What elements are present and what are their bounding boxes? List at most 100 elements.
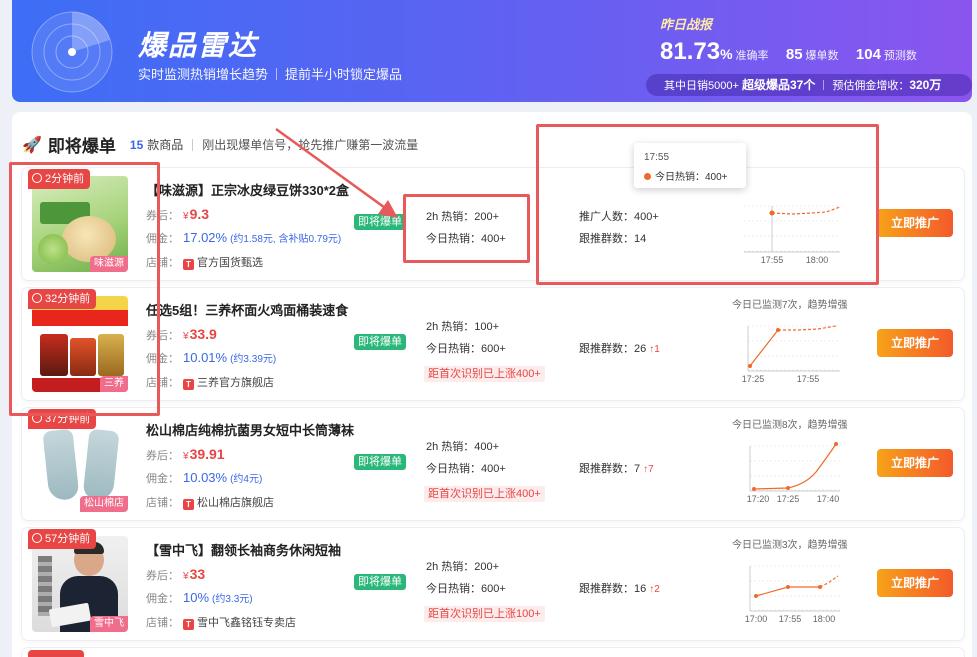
rocket-icon: 🚀 bbox=[22, 136, 42, 154]
trend-chart[interactable]: 今日已监测3次，趋势增强 17:00 17:55 18:00 bbox=[732, 532, 848, 636]
product-title[interactable]: 【味滋源】正宗冰皮绿豆饼330*2盒 bbox=[146, 180, 349, 199]
sales-2h: 2h 热销：100+ bbox=[426, 318, 499, 334]
currency-symbol: ¥ bbox=[183, 331, 189, 342]
sales-today-value: 600+ bbox=[481, 583, 506, 595]
product-card[interactable]: 三养 32分钟前 任选5组！三养杯面火鸡面桶装速食 券后： ¥33.9 佣金： 10… bbox=[22, 288, 964, 400]
clock-icon bbox=[32, 293, 42, 303]
sales-2h: 2h 热销：400+ bbox=[426, 438, 499, 454]
hit-value: 85 bbox=[785, 46, 803, 63]
time-tag: 32分钟前 bbox=[28, 289, 97, 309]
product-image[interactable]: 味滋源 bbox=[32, 176, 128, 272]
trend-chart[interactable]: 17:55 18:00 bbox=[732, 172, 844, 276]
shop-name[interactable]: 官方国货甄选 bbox=[197, 257, 263, 269]
tooltip-value: 400+ bbox=[705, 172, 728, 183]
clock-icon bbox=[32, 533, 42, 543]
coupon-label: 券后： bbox=[146, 570, 179, 582]
sales-today-label: 今日热销： bbox=[426, 583, 481, 595]
coupon-price-row: 券后： ¥33.9 bbox=[146, 326, 217, 343]
x-tick: 17:20 bbox=[747, 494, 770, 504]
sales-today-label: 今日热销： bbox=[426, 233, 481, 245]
groups-up: ↑1 bbox=[649, 344, 660, 355]
banner-subtitle-1: 实时监测热销增长趋势 bbox=[138, 67, 269, 82]
section-count-label: 款商品 bbox=[147, 138, 184, 152]
groups-value: 7 bbox=[634, 463, 641, 475]
sales-2h: 2h 热销：200+ bbox=[426, 208, 499, 224]
sales-today-value: 600+ bbox=[481, 343, 506, 355]
commission-rate: 17.02% bbox=[183, 230, 228, 245]
banner-subtitle-2: 提前半小时锁定爆品 bbox=[285, 67, 403, 82]
promote-button[interactable]: 立即推广 bbox=[877, 209, 953, 237]
product-title[interactable]: 【雪中飞】翻领长袖商务休闲短袖 bbox=[146, 540, 341, 559]
sales-today: 今日热销：600+ bbox=[426, 580, 506, 596]
bar-highlight: 超级爆品37个 bbox=[741, 78, 816, 92]
product-image[interactable]: 雪中飞 bbox=[32, 536, 128, 632]
x-tick: 18:00 bbox=[806, 255, 829, 265]
trend-chart[interactable]: 今日已监测7次，趋势增强 17:25 17:55 bbox=[732, 292, 848, 396]
predict-label: 预测数 bbox=[883, 50, 917, 62]
commission-label: 佣金： bbox=[146, 233, 179, 245]
promote-button[interactable]: 立即推广 bbox=[877, 449, 953, 477]
commission-detail: (约3.39元) bbox=[230, 354, 277, 365]
trend-point bbox=[818, 585, 822, 589]
hot-badge: 即将爆单 bbox=[354, 334, 406, 350]
stats-summary-bar: 其中日销5000+ 超级爆品37个 预估佣金增收：320万 bbox=[646, 74, 972, 96]
series-dot-icon bbox=[644, 173, 651, 180]
time-tag-text: 37分钟前 bbox=[45, 413, 91, 425]
product-title[interactable]: 松山棉店纯棉抗菌男女短中长筒薄袜 bbox=[146, 420, 354, 439]
clock-icon bbox=[32, 173, 42, 183]
price-value: 33 bbox=[189, 566, 206, 582]
coupon-price: ¥33.9 bbox=[183, 326, 217, 342]
hit-label: 爆单数 bbox=[805, 50, 839, 62]
product-list-panel: 🚀 即将爆单 15 款商品 刚出现爆单信号，抢先推广赚第一波流量 味滋源 2分钟… bbox=[12, 112, 972, 657]
shop-name[interactable]: 雪中飞鑫铭钰专卖店 bbox=[197, 617, 296, 629]
sales-today-value: 400+ bbox=[481, 233, 506, 245]
trend-chart-svg: 17:25 17:55 bbox=[742, 325, 840, 384]
promote-button[interactable]: 立即推广 bbox=[877, 569, 953, 597]
brand-tag: 味滋源 bbox=[90, 256, 128, 272]
trend-point bbox=[834, 442, 838, 446]
sales-today-label: 今日热销： bbox=[426, 463, 481, 475]
shop-name[interactable]: 松山棉店旗舰店 bbox=[197, 497, 274, 509]
product-card[interactable]: 松山棉店 37分钟前 松山棉店纯棉抗菌男女短中长筒薄袜 券后： ¥39.91 佣金… bbox=[22, 408, 964, 520]
product-card-partial[interactable] bbox=[22, 648, 964, 657]
coupon-label: 券后： bbox=[146, 330, 179, 342]
commission-label: 佣金： bbox=[146, 353, 179, 365]
rise-note: 距首次识别已上涨400+ bbox=[424, 486, 545, 502]
commission-rate: 10.03% bbox=[183, 470, 228, 485]
product-title[interactable]: 任选5组！三养杯面火鸡面桶装速食 bbox=[146, 300, 348, 319]
promoters-label: 推广人数： bbox=[579, 211, 634, 223]
shop-row: 店铺： T 官方国货甄选 bbox=[146, 254, 263, 270]
predict-value: 104 bbox=[855, 46, 881, 63]
groups: 跟推群数：14 bbox=[579, 230, 646, 246]
shop-row: 店铺： T 雪中飞鑫铭钰专卖店 bbox=[146, 614, 296, 630]
trend-chart[interactable]: 今日已监测8次，趋势增强 17:20 17:25 17:40 bbox=[732, 412, 848, 516]
sales-2h: 2h 热销：200+ bbox=[426, 558, 499, 574]
promote-button[interactable]: 立即推广 bbox=[877, 329, 953, 357]
section-header: 🚀 即将爆单 15 款商品 刚出现爆单信号，抢先推广赚第一波流量 bbox=[22, 132, 418, 157]
bar-prefix: 其中日销5000+ bbox=[664, 80, 739, 92]
product-card[interactable]: 味滋源 2分钟前 【味滋源】正宗冰皮绿豆饼330*2盒 券后： ¥9.3 佣金： 1… bbox=[22, 168, 964, 280]
shop-icon: T bbox=[183, 499, 194, 510]
trend-chart-svg: 17:00 17:55 18:00 bbox=[745, 565, 840, 624]
groups-up: ↑2 bbox=[649, 584, 660, 595]
sales-today: 今日热销：600+ bbox=[426, 340, 506, 356]
shop-label: 店铺： bbox=[146, 377, 179, 389]
chart-tooltip: 17:55 今日热销：400+ bbox=[634, 143, 746, 188]
shop-icon: T bbox=[183, 619, 194, 630]
product-image[interactable]: 松山棉店 bbox=[32, 416, 128, 512]
product-card[interactable]: 雪中飞 57分钟前 【雪中飞】翻领长袖商务休闲短袖 券后： ¥33 佣金： 10%(… bbox=[22, 528, 964, 640]
promoters-value: 400+ bbox=[634, 211, 659, 223]
coupon-label: 券后： bbox=[146, 450, 179, 462]
sales-2h-label: 2h 热销： bbox=[426, 211, 475, 223]
sales-today-value: 400+ bbox=[481, 463, 506, 475]
clock-icon bbox=[32, 413, 42, 423]
shop-icon: T bbox=[183, 379, 194, 390]
currency-symbol: ¥ bbox=[183, 571, 189, 582]
product-image[interactable]: 三养 bbox=[32, 296, 128, 392]
x-tick: 17:25 bbox=[777, 494, 800, 504]
shop-name[interactable]: 三养官方旗舰店 bbox=[197, 377, 274, 389]
groups-label: 跟推群数： bbox=[579, 463, 634, 475]
shop-label: 店铺： bbox=[146, 617, 179, 629]
x-tick: 17:25 bbox=[742, 374, 765, 384]
price-value: 39.91 bbox=[189, 446, 225, 462]
